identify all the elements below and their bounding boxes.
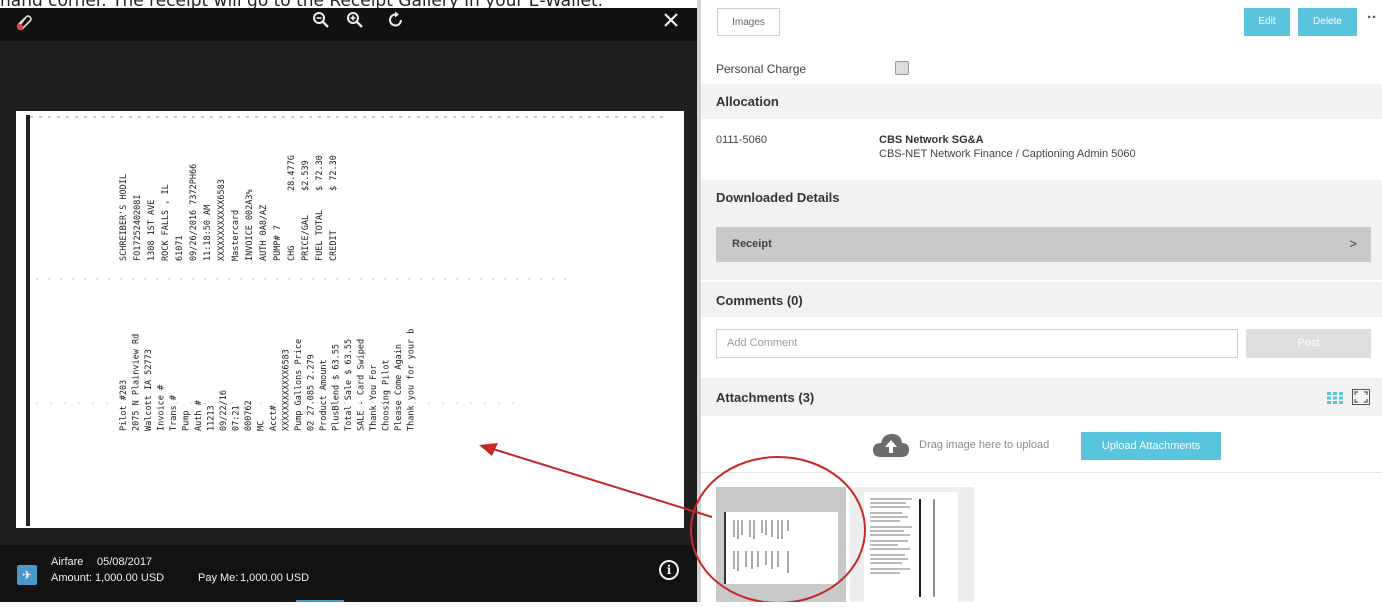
annotation-arrow-line bbox=[492, 448, 713, 518]
annotation-overlay bbox=[479, 443, 866, 602]
highlight-circle bbox=[690, 456, 866, 602]
